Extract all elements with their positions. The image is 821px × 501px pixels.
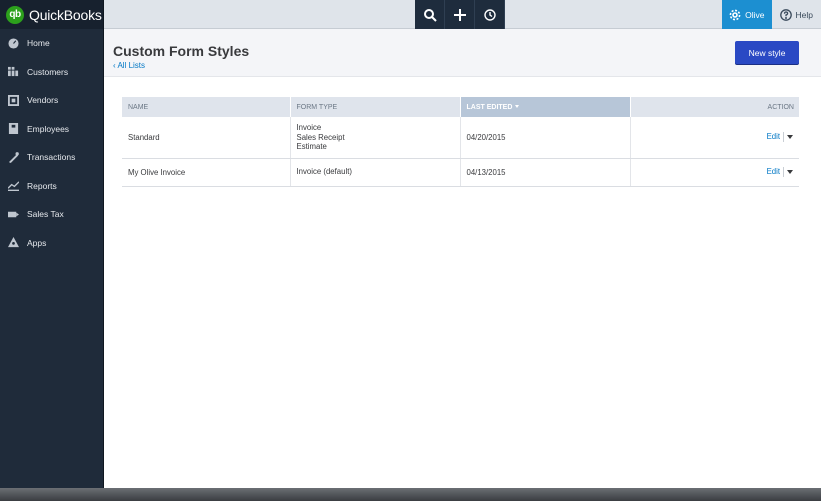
action-cell: Edit — [629, 117, 799, 159]
page-title: Custom Form Styles — [113, 43, 250, 59]
sidebar-item-reports[interactable]: Reports — [0, 172, 103, 201]
back-link-label: All Lists — [117, 61, 146, 70]
column-header-action: ACTION — [630, 97, 799, 117]
new-style-button[interactable]: New style — [735, 41, 799, 64]
column-header-last-edited[interactable]: LAST EDITED — [460, 97, 631, 117]
sidebar: qb QuickBooks Home Customers Vendors Emp… — [0, 0, 104, 488]
action-divider — [783, 167, 784, 177]
form-type: Estimate — [296, 142, 327, 151]
sidebar-item-apps[interactable]: Apps — [0, 229, 103, 258]
sidebar-item-label: Apps — [27, 237, 47, 248]
form-type: Invoice (default) — [296, 167, 352, 177]
recent-icon — [483, 8, 496, 21]
form-type-cell: Invoice Sales Receipt Estimate — [289, 117, 460, 159]
table-row: Standard Invoice Sales Receipt Estimate … — [122, 117, 799, 159]
sidebar-item-label: Vendors — [27, 95, 59, 106]
search-icon — [423, 8, 437, 22]
column-header-name[interactable]: NAME — [122, 97, 291, 117]
employees-icon — [8, 123, 19, 135]
help-label: Help — [795, 9, 813, 20]
table-header-row: NAME FORM TYPE LAST EDITED ACTION — [122, 97, 799, 117]
chevron-down-icon[interactable] — [787, 135, 793, 140]
app-window: qb QuickBooks Home Customers Vendors Emp… — [0, 0, 821, 488]
form-styles-table: NAME FORM TYPE LAST EDITED ACTION Standa… — [122, 97, 799, 187]
search-button[interactable] — [415, 0, 445, 29]
help-button[interactable]: Help — [772, 0, 821, 29]
window-bottom-edge — [0, 488, 821, 501]
sales-tax-icon — [8, 209, 19, 220]
sidebar-item-label: Transactions — [27, 152, 76, 163]
chevron-left-icon: ‹ — [113, 61, 116, 70]
edit-link[interactable]: Edit — [767, 167, 780, 176]
quick-actions — [415, 0, 505, 29]
sidebar-item-customers[interactable]: Customers — [0, 58, 103, 87]
column-header-label: ACTION — [767, 103, 794, 111]
sidebar-item-label: Customers — [27, 66, 69, 77]
sidebar-item-label: Home — [27, 38, 50, 49]
brand[interactable]: qb QuickBooks — [0, 0, 103, 29]
user-area: Olive Help — [722, 0, 821, 29]
sidebar-item-transactions[interactable]: Transactions — [0, 143, 103, 172]
style-name: Standard — [122, 117, 290, 159]
sidebar-item-employees[interactable]: Employees — [0, 115, 103, 144]
sidebar-item-sales-tax[interactable]: Sales Tax — [0, 200, 103, 229]
recent-transactions-button[interactable] — [475, 0, 505, 29]
last-edited-date: 04/13/2015 — [459, 158, 630, 187]
sidebar-item-label: Reports — [27, 180, 57, 191]
style-name: My Olive Invoice — [122, 158, 290, 187]
action-divider — [783, 132, 784, 143]
vendors-icon — [8, 94, 19, 106]
quickbooks-logo-icon: qb — [6, 5, 24, 24]
column-header-label: LAST EDITED — [466, 103, 513, 111]
sidebar-item-label: Employees — [27, 123, 70, 134]
column-header-label: FORM TYPE — [296, 103, 338, 111]
form-type-cell: Invoice (default) — [289, 158, 460, 187]
column-header-form-type[interactable]: FORM TYPE — [290, 97, 461, 117]
sidebar-item-label: Sales Tax — [27, 209, 64, 220]
table-row: My Olive Invoice Invoice (default) 04/13… — [122, 158, 799, 187]
top-bar: Olive Help — [104, 0, 821, 29]
help-icon — [779, 8, 792, 21]
sort-descending-icon — [515, 105, 520, 109]
company-settings-button[interactable]: Olive — [722, 0, 772, 29]
sidebar-item-vendors[interactable]: Vendors — [0, 86, 103, 115]
create-button[interactable] — [445, 0, 475, 29]
chevron-down-icon[interactable] — [787, 170, 793, 174]
reports-icon — [8, 180, 19, 192]
transactions-icon — [8, 151, 19, 163]
brand-name: QuickBooks — [29, 6, 102, 23]
company-name: Olive — [745, 9, 765, 20]
column-header-label: NAME — [128, 103, 149, 111]
edit-link[interactable]: Edit — [767, 132, 780, 141]
form-type: Sales Receipt — [296, 132, 345, 142]
dashboard-icon — [8, 38, 19, 49]
last-edited-date: 04/20/2015 — [459, 117, 630, 159]
plus-icon — [453, 8, 466, 21]
all-lists-link[interactable]: ‹ All Lists — [113, 61, 145, 70]
sidebar-item-home[interactable]: Home — [0, 29, 103, 58]
page-header: Custom Form Styles ‹ All Lists New style — [104, 29, 821, 77]
customers-icon — [8, 66, 19, 77]
action-cell: Edit — [629, 158, 799, 187]
gear-icon — [729, 9, 741, 20]
form-type: Invoice — [296, 123, 322, 132]
apps-icon — [8, 237, 19, 248]
